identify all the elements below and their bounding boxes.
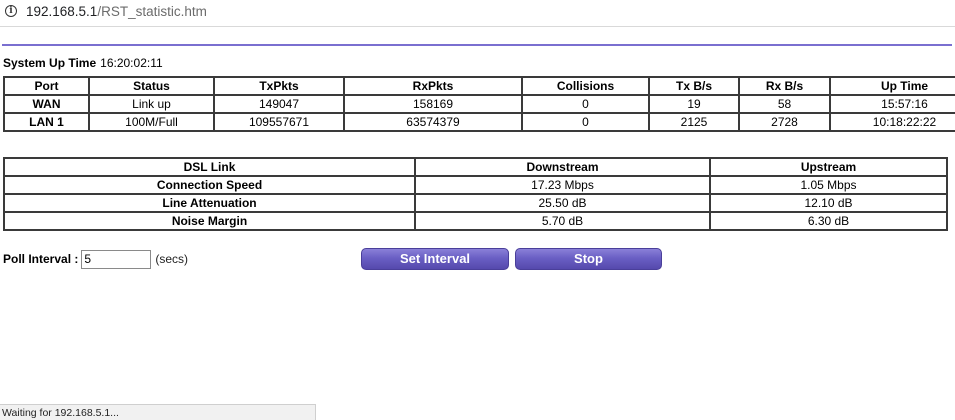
table-header-row: Port Status TxPkts RxPkts Collisions Tx … bbox=[3, 76, 955, 96]
table-cell: Connection Speed bbox=[3, 175, 416, 195]
column-header: TxPkts bbox=[213, 76, 345, 96]
table-row: Connection Speed 17.23 Mbps 1.05 Mbps bbox=[3, 175, 948, 195]
table-cell: 19 bbox=[648, 94, 740, 114]
column-header: Status bbox=[88, 76, 215, 96]
url-path: /RST_statistic.htm bbox=[97, 4, 207, 19]
table-cell: 15:57:16 bbox=[829, 94, 955, 114]
column-header: RxPkts bbox=[343, 76, 523, 96]
info-icon[interactable]: i bbox=[5, 5, 17, 17]
column-header: Upstream bbox=[709, 157, 948, 177]
column-header: Rx B/s bbox=[738, 76, 831, 96]
stop-button[interactable]: Stop bbox=[515, 248, 662, 270]
poll-interval-label: Poll Interval : bbox=[3, 252, 79, 266]
table-cell: Noise Margin bbox=[3, 211, 416, 231]
port-statistics-table: Port Status TxPkts RxPkts Collisions Tx … bbox=[3, 76, 955, 132]
poll-interval-input[interactable] bbox=[81, 249, 152, 269]
set-interval-button[interactable]: Set Interval bbox=[361, 248, 509, 270]
table-header-row: DSL Link Downstream Upstream bbox=[3, 157, 948, 177]
column-header: Port bbox=[3, 76, 90, 96]
system-up-time-value: 16:20:02:11 bbox=[100, 56, 163, 70]
system-up-time: System Up Time 16:20:02:11 bbox=[3, 56, 163, 70]
table-cell: 58 bbox=[738, 94, 831, 114]
dsl-link-table: DSL Link Downstream Upstream Connection … bbox=[3, 157, 948, 231]
column-header: Collisions bbox=[521, 76, 650, 96]
system-up-time-label: System Up Time bbox=[3, 56, 97, 70]
table-cell: Line Attenuation bbox=[3, 193, 416, 213]
table-cell: 10:18:22:22 bbox=[829, 112, 955, 132]
url-text[interactable]: 192.168.5.1/RST_statistic.htm bbox=[26, 4, 207, 20]
poll-interval-unit: (secs) bbox=[155, 252, 189, 266]
table-cell: LAN 1 bbox=[3, 112, 90, 132]
table-cell: 2728 bbox=[738, 112, 831, 132]
table-cell: 63574379 bbox=[343, 112, 523, 132]
table-row: Line Attenuation 25.50 dB 12.10 dB bbox=[3, 193, 948, 213]
address-bar[interactable]: i 192.168.5.1/RST_statistic.htm bbox=[0, 0, 955, 24]
table-cell: 158169 bbox=[343, 94, 523, 114]
browser-status-bar: Waiting for 192.168.5.1... bbox=[0, 404, 316, 420]
address-bar-divider bbox=[0, 26, 955, 27]
column-header: Downstream bbox=[414, 157, 711, 177]
column-header: Up Time bbox=[829, 76, 955, 96]
table-cell: 100M/Full bbox=[88, 112, 215, 132]
table-cell: 5.70 dB bbox=[414, 211, 711, 231]
table-row: LAN 1 100M/Full 109557671 63574379 0 212… bbox=[3, 112, 955, 132]
page: i 192.168.5.1/RST_statistic.htm System U… bbox=[0, 0, 955, 420]
table-cell: 149047 bbox=[213, 94, 345, 114]
table-cell: 109557671 bbox=[213, 112, 345, 132]
table-cell: 6.30 dB bbox=[709, 211, 948, 231]
table-cell: 2125 bbox=[648, 112, 740, 132]
table-cell: 0 bbox=[521, 112, 650, 132]
table-cell: 1.05 Mbps bbox=[709, 175, 948, 195]
poll-interval: Poll Interval : (secs) bbox=[3, 248, 188, 270]
table-cell: 0 bbox=[521, 94, 650, 114]
table-row: Noise Margin 5.70 dB 6.30 dB bbox=[3, 211, 948, 231]
header-rule bbox=[2, 44, 952, 46]
table-cell: 17.23 Mbps bbox=[414, 175, 711, 195]
url-host: 192.168.5.1 bbox=[26, 4, 98, 19]
table-cell: 12.10 dB bbox=[709, 193, 948, 213]
table-cell: WAN bbox=[3, 94, 90, 114]
column-header: DSL Link bbox=[3, 157, 416, 177]
column-header: Tx B/s bbox=[648, 76, 740, 96]
table-row: WAN Link up 149047 158169 0 19 58 15:57:… bbox=[3, 94, 955, 114]
table-cell: 25.50 dB bbox=[414, 193, 711, 213]
table-cell: Link up bbox=[88, 94, 215, 114]
